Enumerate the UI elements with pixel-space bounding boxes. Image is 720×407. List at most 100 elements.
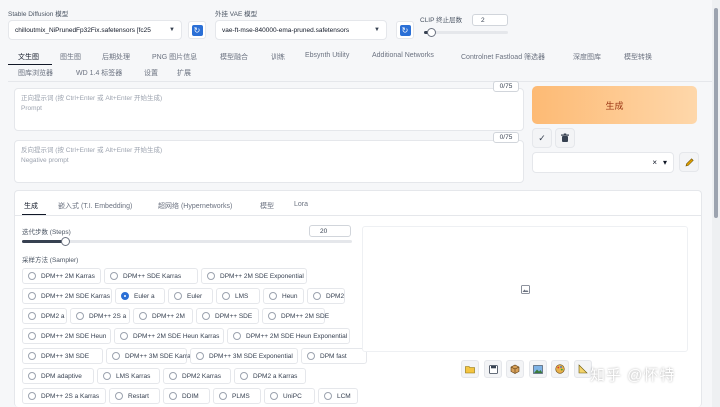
- sampler-option[interactable]: Restart: [109, 388, 160, 404]
- tab-5[interactable]: 模型融合: [220, 52, 248, 62]
- clear-prompt-button[interactable]: [555, 128, 575, 148]
- folder-icon: [465, 365, 475, 373]
- sampler-option-label: Heun: [282, 292, 298, 300]
- sampler-option[interactable]: DPM++ 3M SDE Exponential: [190, 348, 298, 364]
- tab-12[interactable]: 图库浏览器: [18, 68, 53, 78]
- open-folder-button[interactable]: [461, 360, 479, 378]
- refresh-sd-model-button[interactable]: ↻: [188, 21, 206, 39]
- edit-style-button[interactable]: [679, 152, 699, 172]
- sampler-option[interactable]: DPM2 a: [22, 308, 67, 324]
- radio-icon: [219, 392, 227, 400]
- sampler-option[interactable]: DDIM: [163, 388, 210, 404]
- tab-1[interactable]: 文生图: [18, 52, 39, 62]
- sampler-option[interactable]: DPM adaptive: [22, 368, 94, 384]
- radio-icon: [270, 392, 278, 400]
- send-to-inpaint-button[interactable]: [551, 360, 569, 378]
- sampler-option-label: DPM++ 3M SDE Exponential: [209, 352, 293, 360]
- sampler-option[interactable]: DPM++ 2M SDE Heun Karras: [114, 328, 224, 344]
- subtab-2[interactable]: 嵌入式 (T.I. Embedding): [58, 201, 132, 211]
- sampler-option-label: DPM2: [326, 292, 345, 300]
- negative-prompt-textarea[interactable]: 反向提示词 (按 Ctrl+Enter 或 Alt+Enter 开始生成) Ne…: [14, 140, 524, 183]
- sampler-option[interactable]: DPM2 Karras: [163, 368, 231, 384]
- tab-4[interactable]: PNG 图片信息: [152, 52, 197, 62]
- sampler-option[interactable]: LMS Karras: [97, 368, 160, 384]
- sampler-option[interactable]: DPM++ SDE Karras: [104, 268, 198, 284]
- style-select[interactable]: × ▾: [532, 152, 674, 173]
- zip-button[interactable]: [506, 360, 524, 378]
- sampler-option[interactable]: DPM++ 2M SDE: [262, 308, 329, 324]
- sampler-option[interactable]: DPM++ 2M SDE Exponential: [201, 268, 307, 284]
- tab-11[interactable]: 模型转换: [624, 52, 652, 62]
- radio-icon: [222, 292, 230, 300]
- tab-13[interactable]: WD 1.4 标签器: [76, 68, 122, 78]
- clear-icon[interactable]: ×: [652, 158, 657, 167]
- clip-skip-slider[interactable]: [424, 28, 508, 37]
- vae-select[interactable]: vae-ft-mse-840000-ema-pruned.safetensors…: [215, 20, 387, 40]
- radio-icon: [28, 372, 36, 380]
- sampler-option[interactable]: DPM++ 2M: [133, 308, 193, 324]
- sampler-option[interactable]: DPM++ 2S a Karras: [22, 388, 106, 404]
- scrollbar[interactable]: [712, 0, 720, 407]
- slider-handle[interactable]: [61, 237, 70, 246]
- refresh-vae-button[interactable]: ↻: [396, 21, 414, 39]
- steps-input[interactable]: 20: [309, 225, 351, 237]
- radio-icon: [268, 312, 276, 320]
- sampler-option[interactable]: DPM++ 3M SDE: [22, 348, 103, 364]
- sampler-option-label: DPM++ SDE: [215, 312, 253, 320]
- sampler-option[interactable]: DPM++ 2M SDE Karras: [22, 288, 112, 304]
- tab-10[interactable]: 深度图库: [573, 52, 601, 62]
- slider-handle[interactable]: [427, 28, 436, 37]
- subtab-5[interactable]: Lora: [294, 201, 308, 208]
- sampler-option-label: DPM++ 2M SDE Heun Exponential: [246, 332, 348, 340]
- tab-15[interactable]: 扩展: [177, 68, 191, 78]
- apply-style-button[interactable]: ✓: [532, 128, 552, 148]
- tab-3[interactable]: 后期处理: [102, 52, 130, 62]
- radio-icon: [202, 312, 210, 320]
- sampler-option-label: Restart: [128, 392, 149, 400]
- subtab-1[interactable]: 生成: [24, 201, 38, 211]
- sampler-option[interactable]: DPM++ 2M Karras: [22, 268, 101, 284]
- sampler-option[interactable]: DPM++ 2S a: [70, 308, 130, 324]
- clip-skip-input[interactable]: 2: [472, 14, 508, 26]
- radio-icon: [28, 292, 36, 300]
- sampler-option[interactable]: DPM++ SDE: [196, 308, 259, 324]
- sampler-option[interactable]: Euler a: [115, 288, 165, 304]
- sampler-option[interactable]: Euler: [168, 288, 213, 304]
- sampler-option-label: DPM2 Karras: [182, 372, 222, 380]
- picture-icon: [533, 364, 543, 374]
- generate-button[interactable]: 生成: [532, 86, 697, 124]
- vae-label: 外挂 VAE 模型: [215, 11, 258, 18]
- package-icon: [510, 364, 520, 374]
- tab-2[interactable]: 图生图: [60, 52, 81, 62]
- steps-slider[interactable]: [22, 237, 352, 246]
- tab-9[interactable]: Controlnet Fastload 筛选器: [461, 52, 545, 62]
- sd-model-select[interactable]: chilloutmix_NiPrunedFp32Fix.safetensors …: [8, 20, 182, 40]
- sampler-option[interactable]: Heun: [263, 288, 304, 304]
- pencil-icon: [685, 157, 694, 166]
- sampler-option[interactable]: DPM++ 3M SDE Karras: [106, 348, 194, 364]
- positive-prompt-textarea[interactable]: 正向提示词 (按 Ctrl+Enter 或 Alt+Enter 开始生成) Pr…: [14, 88, 524, 131]
- save-button[interactable]: [484, 360, 502, 378]
- tab-14[interactable]: 设置: [144, 68, 158, 78]
- tab-8[interactable]: Additional Networks: [372, 52, 434, 59]
- scrollbar-thumb[interactable]: [714, 8, 718, 218]
- sampler-option-label: DPM++ 3M SDE Karras: [125, 352, 194, 360]
- sampler-option[interactable]: UniPC: [264, 388, 315, 404]
- sampler-option[interactable]: LCM: [318, 388, 358, 404]
- sampler-option[interactable]: LMS: [216, 288, 260, 304]
- sd-model-label: Stable Diffusion 模型: [8, 11, 69, 18]
- negative-prompt-placeholder: Negative prompt: [21, 157, 69, 164]
- sampler-option[interactable]: DPM2: [307, 288, 345, 304]
- sampler-option[interactable]: DPM fast: [301, 348, 367, 364]
- negative-token-counter: 0/75: [493, 132, 519, 143]
- sampler-option[interactable]: DPM++ 2M SDE Heun: [22, 328, 111, 344]
- subtab-4[interactable]: 模型: [260, 201, 274, 211]
- subtab-3[interactable]: 超网络 (Hypernetworks): [158, 201, 232, 211]
- sampler-option-label: Euler: [187, 292, 203, 300]
- send-to-img2img-button[interactable]: [529, 360, 547, 378]
- sampler-option[interactable]: DPM2 a Karras: [234, 368, 306, 384]
- tab-6[interactable]: 训练: [271, 52, 285, 62]
- sampler-option[interactable]: PLMS: [213, 388, 261, 404]
- sampler-option[interactable]: DPM++ 2M SDE Heun Exponential: [227, 328, 350, 344]
- tab-7[interactable]: Ebsynth Utility: [305, 52, 349, 59]
